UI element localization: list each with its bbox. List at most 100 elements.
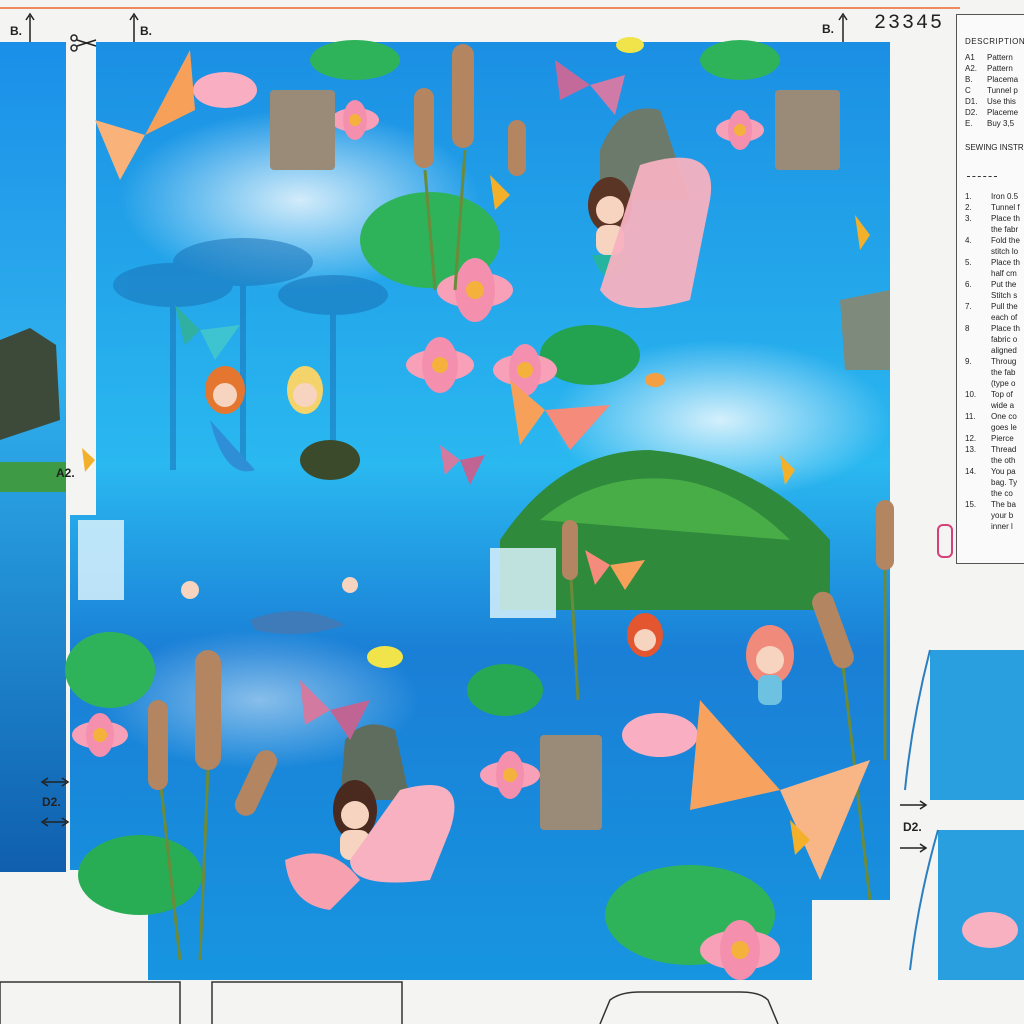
label-b-left: B. — [10, 24, 22, 38]
sewing-step: 4. Fold the — [965, 235, 1024, 246]
description-item: E. Buy 3,5 — [965, 118, 1024, 129]
bottom-pattern-box-2 — [211, 981, 403, 1024]
description-item-text: Tunnel p — [987, 86, 1018, 95]
waterfall-left — [78, 520, 124, 600]
description-item-key: C — [965, 86, 971, 95]
label-d2-right: D2. — [903, 820, 922, 834]
sewing-step: 10. Top of — [965, 389, 1024, 400]
sewing-step: 2. Tunnel f — [965, 202, 1024, 213]
sewing-step: 12. Pierce — [965, 433, 1024, 444]
sewing-instructions-title: SEWING INSTR — [965, 143, 1024, 152]
sewing-step: each of — [965, 312, 1024, 323]
label-d2-left: D2. — [42, 795, 61, 809]
bag-thumbnail-top — [904, 649, 1024, 800]
sewing-step: the fabr — [965, 224, 1024, 235]
sewing-step-text: Pierce — [991, 434, 1014, 443]
sewing-step-key: 8 — [965, 324, 970, 333]
description-item-key: D1. — [965, 97, 978, 106]
sewing-step-text: goes le — [991, 423, 1017, 432]
sewing-step: Stitch s — [965, 290, 1024, 301]
sewing-step-text: half cm — [991, 269, 1017, 278]
description-item-key: A2. — [965, 64, 978, 73]
description-item: C Tunnel p — [965, 85, 1024, 96]
sewing-step: 5. Place th — [965, 257, 1024, 268]
description-item-text: Buy 3,5 — [987, 119, 1015, 128]
sewing-step-key: 3. — [965, 214, 972, 223]
sewing-step: 9. Throug — [965, 356, 1024, 367]
fabric-artwork — [0, 7, 1024, 1024]
sewing-step-text: fabric o — [991, 335, 1018, 344]
description-item: B. Placema — [965, 74, 1024, 85]
sewing-step: 8 Place th — [965, 323, 1024, 334]
sewing-step: your b — [965, 510, 1024, 521]
sewing-step-key: 12. — [965, 434, 977, 443]
sewing-step-text: Put the — [991, 280, 1017, 289]
pattern-number: 23345 — [874, 12, 945, 35]
sewing-step: inner l — [965, 521, 1024, 532]
label-b-right: B. — [822, 22, 834, 36]
scissors-icon — [70, 34, 97, 52]
sewing-step-text: your b — [991, 511, 1014, 520]
description-item: A2. Pattern — [965, 63, 1024, 74]
sewing-step-key: 9. — [965, 357, 972, 366]
description-item: A1 Pattern — [965, 52, 1024, 63]
sewing-step-key: 5. — [965, 258, 972, 267]
sewing-step: 15. The ba — [965, 499, 1024, 510]
sewing-step: the oth — [965, 455, 1024, 466]
sewing-step-text: the co — [991, 489, 1013, 498]
sewing-step-text: Place th — [991, 324, 1020, 333]
sewing-step-text: bag. Ty — [991, 478, 1018, 487]
description-panel: DESCRIPTION A1 Pattern A2. Pattern B. Placema… — [956, 14, 1024, 564]
description-items: A1 Pattern A2. Pattern B. Placema C Tunnel p D1.… — [957, 52, 1024, 129]
sewing-step-key: 10. — [965, 390, 977, 399]
label-a2: A2. — [56, 466, 75, 480]
sewing-step: 6. Put the — [965, 279, 1024, 290]
sewing-step-text: One co — [991, 412, 1017, 421]
waterfall-center — [490, 548, 556, 618]
sewing-step-text: the oth — [991, 456, 1016, 465]
sewing-step: the co — [965, 488, 1024, 499]
sewing-step: 7. Pull the — [965, 301, 1024, 312]
sewing-step-key: 11. — [965, 412, 976, 421]
scissors-icon — [967, 166, 997, 177]
sewing-steps: 1. Iron 0.5 2. Tunnel f 3. Place th the fabr 4.… — [957, 191, 1024, 532]
sewing-step: stitch lo — [965, 246, 1024, 257]
sewing-step: 1. Iron 0.5 — [965, 191, 1024, 202]
sewing-step-text: Place th — [991, 258, 1020, 267]
bottom-pattern-shape — [599, 991, 779, 1024]
sewing-step-key: 1. — [965, 192, 972, 201]
clip-icon — [937, 524, 953, 558]
sewing-step-key: 6. — [965, 280, 972, 289]
sewing-step-text: stitch lo — [991, 247, 1019, 256]
sewing-step: wide a — [965, 400, 1024, 411]
sewing-step: aligned — [965, 345, 1024, 356]
left-panel-water — [0, 42, 66, 872]
description-item-text: Placema — [987, 75, 1019, 84]
sewing-step: 13. Thread — [965, 444, 1024, 455]
sewing-step: half cm — [965, 268, 1024, 279]
sewing-step-text: inner l — [991, 522, 1013, 531]
sewing-step-text: the fab — [991, 368, 1016, 377]
bag-thumbnail-bottom — [909, 829, 1024, 980]
sewing-step: 14. You pa — [965, 466, 1024, 477]
description-item-text: Pattern — [987, 53, 1013, 62]
description-item-key: D2. — [965, 108, 978, 117]
sewing-step: goes le — [965, 422, 1024, 433]
sewing-step-key: 13. — [965, 445, 977, 454]
description-item-text: Use this — [987, 97, 1016, 106]
sewing-step-key: 2. — [965, 203, 972, 212]
sewing-step-text: Place th — [991, 214, 1020, 223]
sewing-step-key: 15. — [965, 500, 977, 509]
sewing-step-text: aligned — [991, 346, 1017, 355]
sewing-step-text: Throug — [991, 357, 1017, 366]
sewing-step-text: You pa — [991, 467, 1016, 476]
sewing-step-text: Tunnel f — [991, 203, 1020, 212]
description-item-key: E. — [965, 119, 973, 128]
sewing-step-text: Stitch s — [991, 291, 1018, 300]
sewing-step-key: 4. — [965, 236, 972, 245]
description-item-text: Pattern — [987, 64, 1013, 73]
sewing-step-text: The ba — [991, 500, 1016, 509]
sewing-step: 3. Place th — [965, 213, 1024, 224]
sewing-step: 11. One co — [965, 411, 1024, 422]
description-item-key: B. — [965, 75, 973, 84]
